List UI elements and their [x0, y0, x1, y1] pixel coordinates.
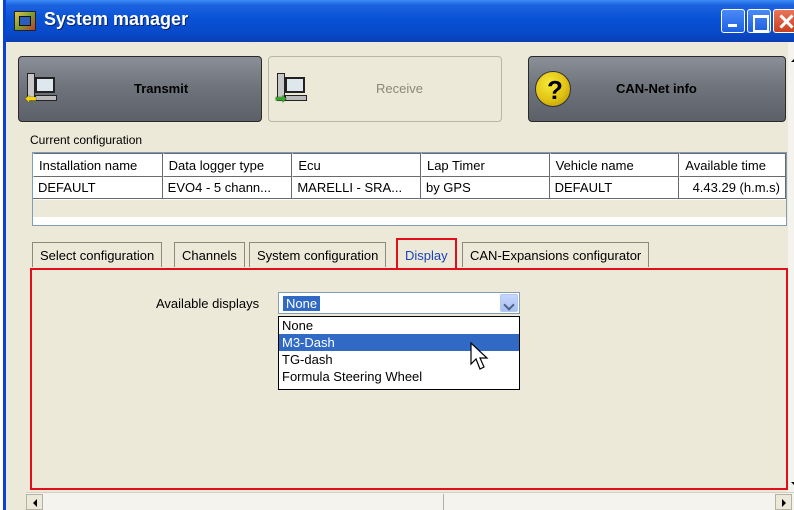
configuration-table[interactable]: Installation name Data logger type Ecu L…: [32, 152, 787, 226]
scroll-down-arrow-icon[interactable]: [788, 474, 794, 492]
table-cell: MARELLI - SRA...: [292, 177, 421, 199]
close-button[interactable]: [773, 9, 794, 33]
available-displays-select[interactable]: None: [278, 292, 520, 314]
table-header: Installation name Data logger type Ecu L…: [33, 153, 786, 177]
current-configuration-label: Current configuration: [30, 133, 143, 147]
app-icon: [14, 11, 36, 31]
can-net-info-label: CAN-Net info: [616, 81, 697, 96]
transmit-label: Transmit: [134, 81, 189, 96]
help-icon: ?: [535, 71, 571, 107]
scroll-left-arrow-icon[interactable]: [26, 494, 43, 510]
available-displays-label: Available displays: [156, 296, 260, 311]
horizontal-scrollbar[interactable]: [26, 492, 794, 510]
transmit-button[interactable]: ⬅ Transmit: [18, 56, 262, 122]
table-empty-area: [33, 200, 786, 217]
column-header[interactable]: Installation name: [33, 153, 163, 177]
dropdown-option[interactable]: None: [279, 317, 519, 334]
receive-label: Receive: [376, 81, 423, 96]
tab-can-expansions-configurator[interactable]: CAN-Expansions configurator: [462, 242, 650, 267]
table-row[interactable]: DEFAULT EVO4 - 5 chann... MARELLI - SRA.…: [33, 177, 786, 199]
can-net-info-button[interactable]: ? CAN-Net info: [528, 56, 786, 122]
table-cell: EVO4 - 5 chann...: [162, 177, 293, 199]
column-header[interactable]: Data logger type: [162, 153, 293, 177]
table-cell: by GPS: [420, 177, 550, 199]
column-header[interactable]: Ecu: [292, 153, 421, 177]
title-bar[interactable]: System manager: [6, 0, 794, 42]
maximize-button[interactable]: [747, 9, 771, 33]
table-cell: 4.43.29 (h.m.s): [679, 177, 786, 199]
window-title: System manager: [44, 9, 189, 29]
receive-button[interactable]: ➡ Receive: [268, 56, 502, 122]
display-tab-panel: Available displays None None M3-Dash TG-…: [30, 268, 788, 490]
scroll-up-arrow-icon[interactable]: [788, 52, 794, 70]
table-cell: DEFAULT: [33, 177, 163, 199]
vertical-scrollbar[interactable]: [788, 42, 794, 492]
mouse-pointer-icon: [470, 342, 489, 370]
tab-select-configuration[interactable]: Select configuration: [32, 242, 163, 267]
tab-channels[interactable]: Channels: [174, 242, 245, 267]
system-manager-window: System manager ⬅ Transmit ➡ Receive ? CA…: [3, 0, 794, 510]
minimize-button[interactable]: [721, 9, 745, 33]
column-header[interactable]: Vehicle name: [549, 153, 680, 177]
selected-display-value: None: [283, 296, 321, 311]
column-header[interactable]: Available time: [679, 153, 786, 177]
scroll-thumb[interactable]: [44, 494, 444, 510]
tab-display[interactable]: Display: [396, 238, 457, 268]
table-cell: DEFAULT: [549, 177, 680, 199]
computer-transmit-icon: ⬅: [25, 73, 59, 107]
tab-system-configuration[interactable]: System configuration: [249, 242, 387, 267]
chevron-down-icon[interactable]: [500, 294, 518, 312]
scroll-right-arrow-icon[interactable]: [775, 494, 792, 510]
column-header[interactable]: Lap Timer: [420, 153, 550, 177]
computer-receive-icon: ➡: [275, 73, 309, 107]
